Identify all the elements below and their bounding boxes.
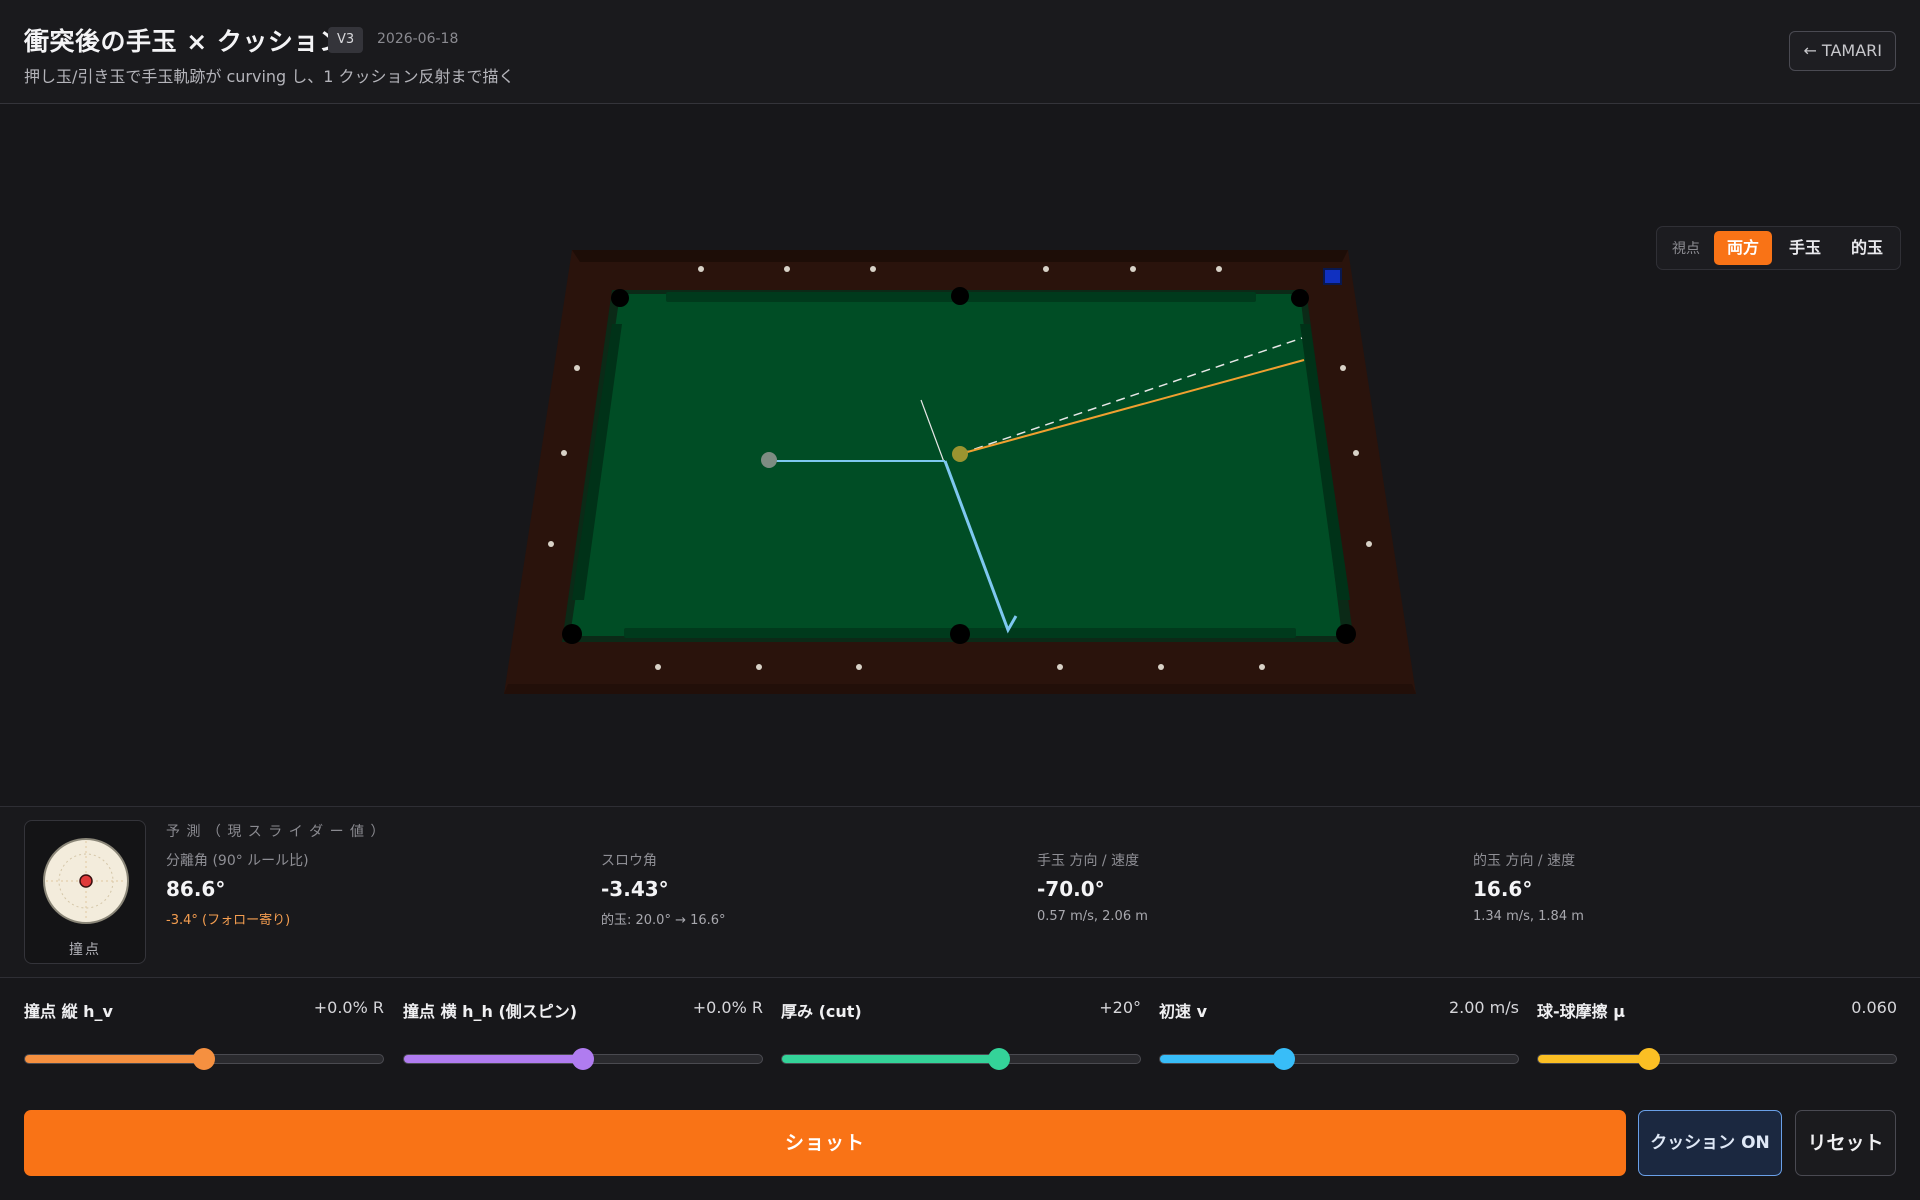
- metric-cue-ball: 手玉 方向 / 速度 -70.0° 0.57 m/s, 2.06 m: [1037, 850, 1437, 924]
- page-subtitle: 押し玉/引き玉で手玉軌跡が curving し、1 クッション反射まで描く: [24, 67, 515, 86]
- slider-horizontal-tip[interactable]: 撞点 横 h_h (側スピン) +0.0% R: [403, 998, 763, 1070]
- slider-value: +0.0% R: [692, 998, 763, 1017]
- header: 衝突後の手玉 × クッション V3 2026-06-18 押し玉/引き玉で手玉軌…: [0, 0, 1920, 104]
- slider-value: +0.0% R: [313, 998, 384, 1017]
- pocket-bottom-middle: [950, 624, 970, 644]
- page-title: 衝突後の手玉 × クッション: [24, 27, 345, 56]
- slider-fill: [1160, 1055, 1284, 1063]
- slider-cut[interactable]: 厚み (cut) +20°: [781, 998, 1141, 1070]
- metric-value: 16.6°: [1473, 877, 1533, 901]
- slider-value: +20°: [1099, 998, 1141, 1017]
- metric-label: 的玉 方向 / 速度: [1473, 853, 1576, 869]
- rail-top-edge: [572, 250, 1348, 262]
- slider-fill: [782, 1055, 999, 1063]
- metric-value: -70.0°: [1037, 877, 1105, 901]
- slider-label: 厚み (cut): [781, 1002, 862, 1021]
- version-badge: V3: [328, 27, 364, 53]
- slider-track[interactable]: [24, 1048, 384, 1070]
- metric-value: 86.6°: [166, 877, 226, 901]
- slider-value: 0.060: [1851, 998, 1897, 1017]
- contact-label: 撞点: [69, 942, 101, 958]
- contact-dot[interactable]: [79, 874, 93, 888]
- slider-thumb[interactable]: [572, 1048, 594, 1070]
- slider-thumb[interactable]: [193, 1048, 215, 1070]
- slider-track[interactable]: [1159, 1048, 1519, 1070]
- metric-object-ball: 的玉 方向 / 速度 16.6° 1.34 m/s, 1.84 m: [1473, 850, 1873, 924]
- rail-bottom-edge: [504, 684, 1416, 694]
- metric-separation: 分離角 (90° ルール比) 86.6° -3.4° (フォロー寄り): [166, 850, 566, 928]
- reset-button[interactable]: リセット: [1795, 1110, 1896, 1176]
- contact-point-picker[interactable]: 撞点: [24, 820, 146, 964]
- table-stage: 視点 両方 手玉 的玉: [0, 104, 1920, 806]
- slider-fill: [25, 1055, 204, 1063]
- marker-block: [1323, 268, 1342, 285]
- felt: [570, 294, 1342, 636]
- back-button[interactable]: ← TAMARI: [1789, 31, 1896, 71]
- slider-initial-speed[interactable]: 初速 v 2.00 m/s: [1159, 998, 1519, 1070]
- metric-label: スロウ角: [601, 853, 657, 869]
- slider-label: 初速 v: [1159, 1002, 1208, 1021]
- slider-thumb[interactable]: [987, 1048, 1010, 1070]
- pocket-top-left: [611, 289, 629, 307]
- date-label: 2026-06-18: [377, 31, 459, 47]
- pool-table[interactable]: [0, 104, 1920, 806]
- cue-ball-diagram[interactable]: [42, 837, 130, 925]
- pocket-bottom-right: [1336, 624, 1356, 644]
- slider-label: 撞点 縦 h_v: [24, 1002, 113, 1021]
- pocket-top-right: [1291, 289, 1309, 307]
- shot-button[interactable]: ショット: [24, 1110, 1626, 1176]
- metric-value: -3.43°: [601, 877, 669, 901]
- slider-thumb[interactable]: [1272, 1048, 1295, 1070]
- metric-label: 手玉 方向 / 速度: [1037, 853, 1140, 869]
- slider-ball-friction[interactable]: 球-球摩擦 μ 0.060: [1537, 998, 1897, 1070]
- prediction-heading: 予 測 （ 現 ス ラ イ ダ ー 値 ）: [166, 824, 386, 840]
- metric-sub: 1.34 m/s, 1.84 m: [1473, 909, 1584, 924]
- metric-sub: 0.57 m/s, 2.06 m: [1037, 909, 1148, 924]
- slider-fill: [404, 1055, 583, 1063]
- metric-sub: 的玉: 20.0° → 16.6°: [601, 913, 726, 928]
- pocket-bottom-left: [562, 624, 582, 644]
- view-cue-button[interactable]: 手玉: [1776, 231, 1834, 265]
- cue-ball-start: [761, 452, 777, 468]
- cushion-toggle-button[interactable]: クッション ON: [1638, 1110, 1782, 1176]
- view-object-button[interactable]: 的玉: [1838, 231, 1896, 265]
- pocket-top-middle: [951, 287, 969, 305]
- prediction-panel: 撞点 予 測 （ 現 ス ラ イ ダ ー 値 ） 分離角 (90° ルール比) …: [0, 806, 1920, 978]
- slider-track[interactable]: [1537, 1048, 1897, 1070]
- slider-label: 撞点 横 h_h (側スピン): [403, 1002, 578, 1021]
- view-both-button[interactable]: 両方: [1713, 231, 1772, 265]
- slider-track[interactable]: [403, 1048, 763, 1070]
- slider-vertical-tip[interactable]: 撞点 縦 h_v +0.0% R: [24, 998, 384, 1070]
- metric-sub: -3.4° (フォロー寄り): [166, 913, 291, 928]
- object-ball: [952, 446, 968, 462]
- slider-track[interactable]: [781, 1048, 1141, 1070]
- slider-value: 2.00 m/s: [1448, 998, 1519, 1017]
- slider-fill: [1538, 1055, 1649, 1063]
- view-label: 視点: [1671, 241, 1700, 257]
- view-selector: 視点 両方 手玉 的玉: [1655, 226, 1901, 270]
- metric-throw: スロウ角 -3.43° 的玉: 20.0° → 16.6°: [601, 850, 1001, 928]
- slider-label: 球-球摩擦 μ: [1537, 1002, 1625, 1021]
- slider-thumb[interactable]: [1637, 1048, 1660, 1070]
- metric-label: 分離角 (90° ルール比): [166, 853, 309, 869]
